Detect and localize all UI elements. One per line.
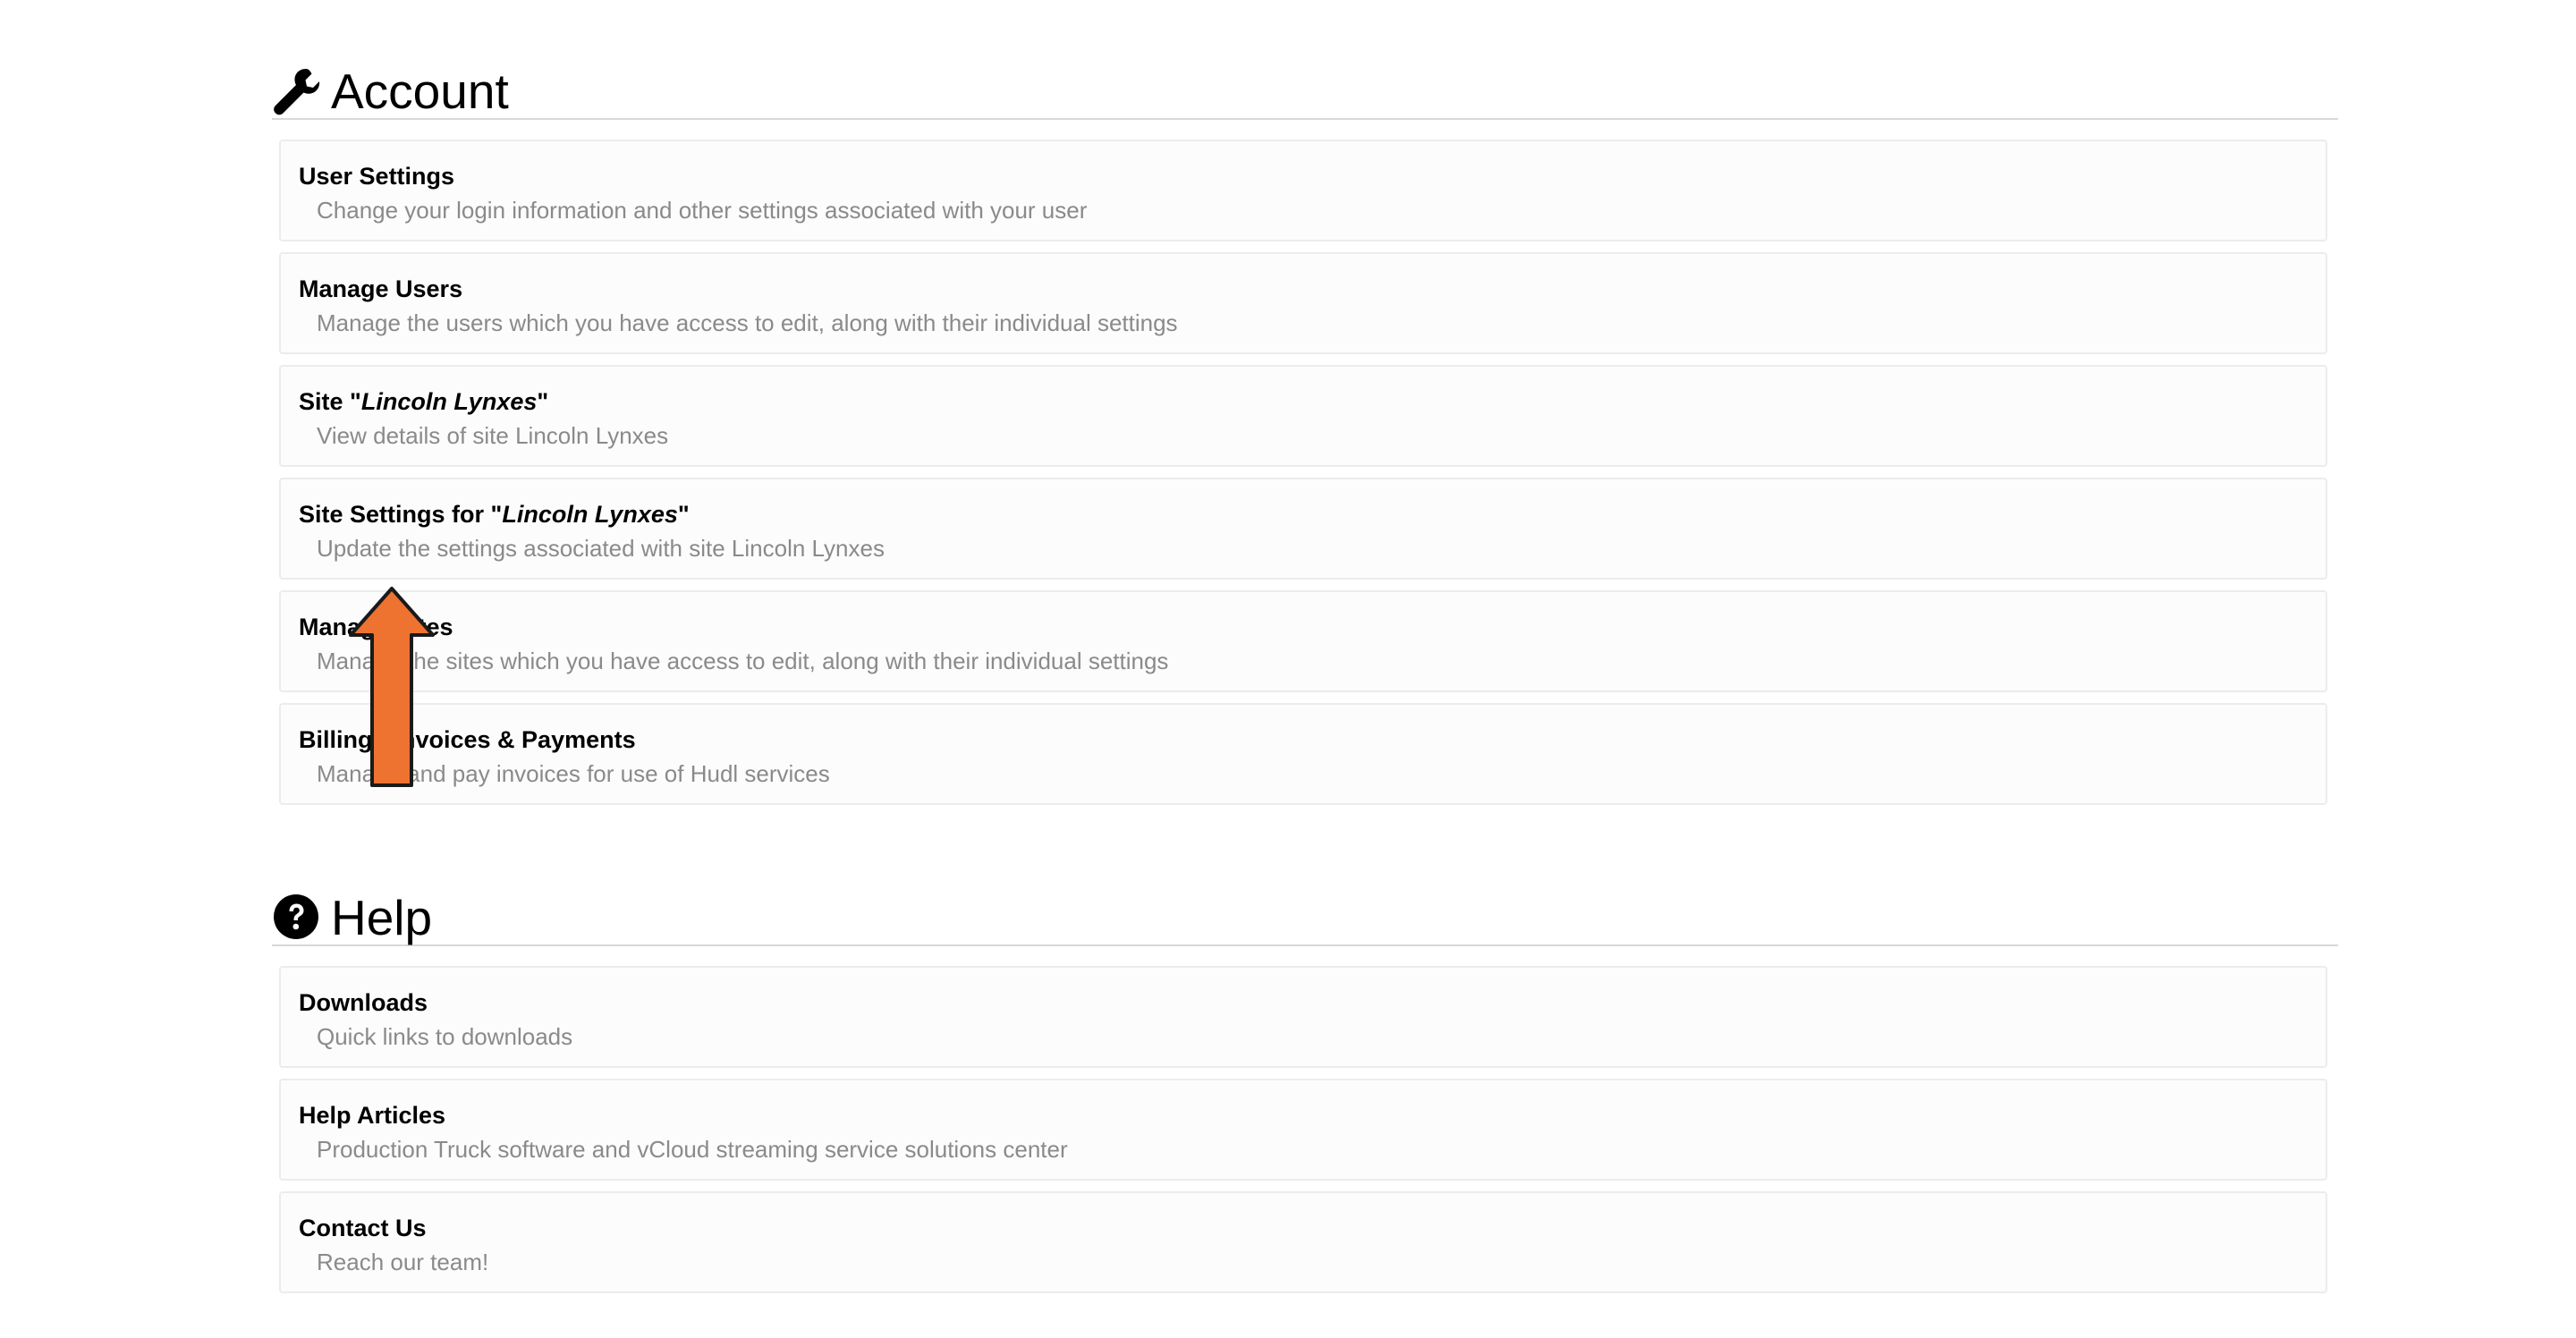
title-prefix: Site "	[299, 388, 361, 415]
site-name: Lincoln Lynxes	[502, 501, 678, 528]
card-title: User Settings	[299, 163, 455, 190]
help-title: Help	[331, 890, 433, 945]
card-title: Manage Users	[299, 275, 463, 302]
help-list: Downloads Quick links to downloads Help …	[272, 966, 2338, 1293]
card-description: Production Truck software and vCloud str…	[317, 1136, 1068, 1163]
help-articles-card[interactable]: Help Articles Production Truck software …	[279, 1079, 2327, 1181]
wrench-icon	[274, 69, 320, 115]
billing-card[interactable]: Billing - Invoices & Payments Manage and…	[279, 703, 2327, 805]
card-title: Site "Lincoln Lynxes"	[299, 386, 548, 417]
site-card[interactable]: Site "Lincoln Lynxes" View details of si…	[279, 365, 2327, 467]
user-settings-card[interactable]: User Settings Change your login informat…	[279, 140, 2327, 241]
card-title: Help Articles	[299, 1102, 446, 1129]
account-section: Account User Settings Change your login …	[272, 52, 2338, 805]
card-description: View details of site Lincoln Lynxes	[317, 422, 669, 449]
help-header: Help	[272, 878, 2338, 946]
account-header: Account	[272, 52, 2338, 120]
card-description: Change your login information and other …	[317, 197, 1088, 224]
card-title: Contact Us	[299, 1215, 427, 1241]
card-description: Quick links to downloads	[317, 1023, 573, 1050]
account-list: User Settings Change your login informat…	[272, 140, 2338, 805]
site-settings-card[interactable]: Site Settings for "Lincoln Lynxes" Updat…	[279, 478, 2327, 580]
title-suffix: "	[677, 501, 690, 528]
card-title: Site Settings for "Lincoln Lynxes"	[299, 499, 690, 529]
title-prefix: Site Settings for "	[299, 501, 503, 528]
help-section: Help Downloads Quick links to downloads …	[272, 878, 2338, 1293]
manage-sites-card[interactable]: Manage Sites Manage the sites which you …	[279, 590, 2327, 692]
contact-us-card[interactable]: Contact Us Reach our team!	[279, 1191, 2327, 1293]
site-name: Lincoln Lynxes	[360, 388, 538, 415]
up-arrow-icon	[349, 587, 435, 787]
downloads-card[interactable]: Downloads Quick links to downloads	[279, 966, 2327, 1068]
card-description: Manage the sites which you have access t…	[317, 648, 1169, 674]
card-description: Update the settings associated with site…	[317, 535, 885, 562]
manage-users-card[interactable]: Manage Users Manage the users which you …	[279, 252, 2327, 354]
account-title: Account	[331, 64, 509, 119]
card-description: Manage the users which you have access t…	[317, 309, 1178, 336]
question-circle-icon	[274, 894, 318, 939]
card-description: Reach our team!	[317, 1249, 489, 1275]
card-title: Downloads	[299, 989, 428, 1016]
title-suffix: "	[537, 388, 549, 415]
